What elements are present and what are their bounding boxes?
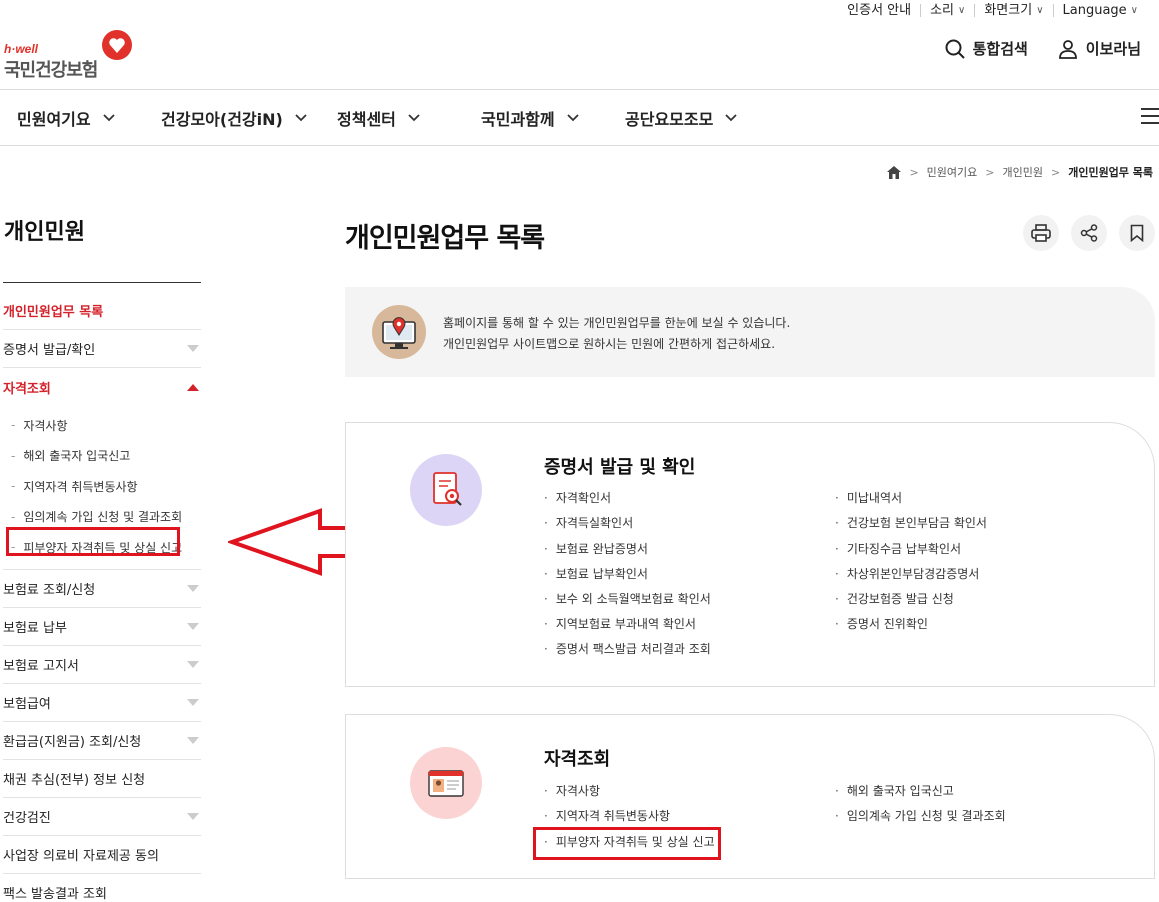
chevron-down-icon bbox=[295, 113, 307, 121]
chevron-right-icon: > bbox=[1050, 165, 1061, 179]
language-menu[interactable]: Language ∨ bbox=[1052, 3, 1147, 17]
triangle-up-icon bbox=[187, 383, 199, 391]
card-link[interactable]: 자격확인서 bbox=[544, 489, 611, 506]
card-link[interactable]: 증명서 진위확인 bbox=[835, 615, 928, 632]
share-button[interactable] bbox=[1071, 215, 1107, 251]
nav-item-corp[interactable]: 공단요모조모 bbox=[625, 90, 737, 145]
bookmark-icon bbox=[1130, 224, 1144, 242]
side-item[interactable]: 보험급여 bbox=[3, 684, 201, 722]
nav-item-health[interactable]: 건강모아(건강iN) bbox=[161, 90, 307, 145]
search-icon bbox=[945, 39, 965, 59]
side-item[interactable]: 보험료 납부 bbox=[3, 608, 201, 646]
card-link[interactable]: 임의계속 가입 신청 및 결과조회 bbox=[835, 807, 1006, 824]
intro-text: 홈페이지를 통해 할 수 있는 개인민원업무를 한눈에 보실 수 있습니다. 개… bbox=[443, 316, 791, 351]
nav-item-together[interactable]: 국민과함께 bbox=[481, 90, 579, 145]
chevron-down-icon bbox=[408, 113, 420, 121]
side-subitem[interactable]: - 자격사항 bbox=[3, 410, 201, 441]
side-item[interactable]: 환급금(지원금) 조회/신청 bbox=[3, 722, 201, 760]
card-link[interactable]: 미납내역서 bbox=[835, 489, 902, 506]
monitor-location-icon bbox=[372, 305, 426, 359]
chevron-down-icon bbox=[102, 113, 115, 121]
heart-logo-icon bbox=[102, 30, 132, 60]
print-button[interactable] bbox=[1023, 215, 1059, 251]
breadcrumb-item[interactable]: 개인민원 bbox=[1003, 164, 1043, 180]
chevron-down-icon: ∨ bbox=[1130, 4, 1138, 16]
card-link[interactable]: 증명서 팩스발급 처리결과 조회 bbox=[544, 640, 711, 657]
chevron-right-icon: > bbox=[909, 165, 919, 179]
search-button[interactable]: 통합검색 bbox=[945, 38, 1028, 59]
triangle-down-icon bbox=[187, 584, 199, 592]
utility-bar: 인증서 안내 소리 ∨ 화면크기 ∨ Language ∨ bbox=[838, 0, 1147, 20]
header-actions: 통합검색 이보라님 bbox=[945, 38, 1141, 59]
card-title: 자격조회 bbox=[544, 749, 611, 770]
card-link[interactable]: 보수 외 소득월액보험료 확인서 bbox=[544, 590, 711, 607]
main-nav: 민원여기요 건강모아(건강iN) 정책센터 국민과함께 공단요모조모 bbox=[0, 89, 1159, 146]
card-link[interactable]: 보험료 납부확인서 bbox=[544, 565, 648, 582]
divider bbox=[3, 282, 201, 283]
side-item[interactable]: 채권 추심(전부) 정보 신청 bbox=[3, 760, 201, 798]
highlight-box bbox=[533, 827, 721, 860]
card-link[interactable]: 지역자격 취득변동사항 bbox=[544, 807, 670, 824]
sound-menu[interactable]: 소리 ∨ bbox=[920, 3, 974, 17]
card-title: 증명서 발급 및 확인 bbox=[544, 457, 696, 478]
nav-item-civil[interactable]: 민원여기요 bbox=[17, 90, 115, 145]
triangle-down-icon bbox=[187, 736, 199, 744]
card-certificates: 증명서 발급 및 확인 자격확인서 자격득실확인서 보험료 완납증명서 보험료 … bbox=[345, 422, 1155, 687]
triangle-down-icon bbox=[187, 345, 199, 352]
certificate-icon bbox=[410, 454, 482, 526]
bookmark-button[interactable] bbox=[1119, 215, 1155, 251]
triangle-down-icon bbox=[187, 660, 199, 668]
side-subitem[interactable]: - 지역자격 취득변동사항 bbox=[3, 471, 201, 502]
card-qualification: 자격조회 자격사항 지역자격 취득변동사항 피부양자 자격취득 및 상실 신고 … bbox=[345, 714, 1155, 879]
page-title: 개인민원업무 목록 bbox=[345, 223, 545, 254]
side-subitem[interactable]: - 해외 출국자 입국신고 bbox=[3, 441, 201, 472]
menu-icon[interactable] bbox=[1141, 108, 1159, 124]
card-link[interactable]: 자격사항 bbox=[544, 782, 600, 799]
cert-guide-link[interactable]: 인증서 안내 bbox=[838, 4, 920, 17]
side-item[interactable]: 증명서 발급/확인 bbox=[3, 330, 201, 368]
side-item[interactable]: 팩스 발송결과 조회 bbox=[3, 874, 201, 902]
logo-name: 국민건강보험 bbox=[4, 60, 98, 81]
card-link[interactable]: 해외 출국자 입국신고 bbox=[835, 782, 954, 799]
site-logo[interactable]: h·well 국민건강보험 bbox=[4, 30, 134, 81]
page-tools bbox=[1023, 215, 1155, 251]
card-link[interactable]: 기타징수금 납부확인서 bbox=[835, 540, 961, 557]
share-icon bbox=[1080, 224, 1098, 242]
triangle-down-icon bbox=[187, 698, 199, 706]
side-item[interactable]: 보험료 고지서 bbox=[3, 646, 201, 684]
side-item[interactable]: 건강검진 bbox=[3, 798, 201, 836]
side-item[interactable]: 보험료 조회/신청 bbox=[3, 570, 201, 608]
id-card-icon bbox=[410, 747, 482, 819]
card-link[interactable]: 보험료 완납증명서 bbox=[544, 540, 648, 557]
print-icon bbox=[1031, 224, 1051, 242]
chevron-down-icon: ∨ bbox=[958, 4, 966, 16]
chevron-down-icon bbox=[566, 113, 579, 121]
side-item[interactable]: 개인민원업무 목록 bbox=[3, 292, 201, 330]
chevron-down-icon bbox=[725, 113, 737, 121]
card-link[interactable]: 차상위본인부담경감증명서 bbox=[835, 565, 979, 582]
breadcrumb: > 민원여기요 > 개인민원 > 개인민원업무 목록 bbox=[887, 164, 1153, 180]
triangle-down-icon bbox=[187, 622, 199, 630]
intro-box: 홈페이지를 통해 할 수 있는 개인민원업무를 한눈에 보실 수 있습니다. 개… bbox=[345, 287, 1155, 377]
user-icon bbox=[1058, 39, 1077, 59]
font-size-menu[interactable]: 화면크기 ∨ bbox=[974, 3, 1052, 17]
chevron-right-icon: > bbox=[985, 165, 995, 179]
card-link[interactable]: 지역보험료 부과내역 확인서 bbox=[544, 615, 696, 632]
home-icon[interactable] bbox=[887, 165, 902, 179]
logo-tag: h·well bbox=[4, 42, 39, 56]
breadcrumb-item[interactable]: 민원여기요 bbox=[927, 164, 978, 180]
chevron-down-icon: ∨ bbox=[1036, 4, 1044, 16]
side-item[interactable]: 자격조회 bbox=[3, 368, 201, 406]
card-link[interactable]: 건강보험증 발급 신청 bbox=[835, 590, 954, 607]
user-button[interactable]: 이보라님 bbox=[1058, 38, 1141, 59]
breadcrumb-current: 개인민원업무 목록 bbox=[1068, 166, 1153, 179]
side-nav: 개인민원업무 목록 증명서 발급/확인 자격조회 - 자격사항 - 해외 출국자 입… bbox=[3, 292, 201, 902]
nav-item-policy[interactable]: 정책센터 bbox=[337, 90, 420, 145]
highlight-box bbox=[6, 527, 180, 556]
side-title: 개인민원 bbox=[4, 220, 85, 245]
card-link[interactable]: 건강보험 본인부담금 확인서 bbox=[835, 514, 987, 531]
triangle-down-icon bbox=[187, 812, 199, 820]
card-link[interactable]: 자격득실확인서 bbox=[544, 514, 633, 531]
side-item[interactable]: 사업장 의료비 자료제공 동의 bbox=[3, 836, 201, 874]
